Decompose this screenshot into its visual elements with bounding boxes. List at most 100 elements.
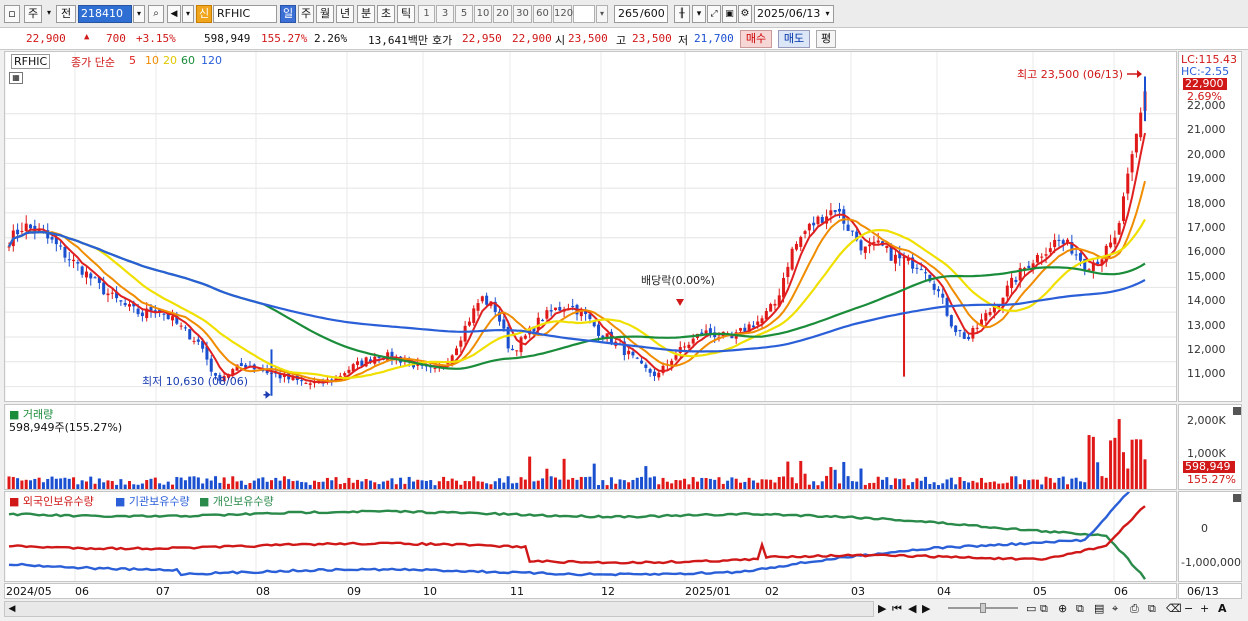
- volume-bar: [1005, 482, 1009, 489]
- chart-type-dropdown-icon[interactable]: ▾: [692, 5, 706, 23]
- candle-body: [541, 319, 545, 322]
- print-icon[interactable]: ⎙: [1130, 602, 1139, 616]
- candle-body: [89, 273, 93, 279]
- volume-bar: [575, 479, 579, 489]
- interval-120[interactable]: 120: [553, 5, 573, 23]
- crosshair-icon[interactable]: ⤢: [707, 5, 721, 23]
- interval-1[interactable]: 1: [418, 5, 435, 23]
- save-icon[interactable]: ▣: [722, 5, 737, 23]
- speaker-icon[interactable]: ◀: [167, 5, 181, 23]
- interval-30[interactable]: 30: [513, 5, 532, 23]
- tab-monthly[interactable]: 월: [316, 5, 334, 23]
- stock-code-input[interactable]: 218410: [78, 5, 132, 23]
- volume-bar: [704, 477, 708, 489]
- volume-bar: [1074, 477, 1078, 489]
- auto-scale-icon[interactable]: A: [1218, 602, 1227, 615]
- candle-body: [472, 308, 476, 323]
- code-dropdown-icon[interactable]: ▾: [133, 5, 145, 23]
- eval-button[interactable]: 평: [816, 30, 836, 48]
- tool-icon[interactable]: ⌖: [1112, 602, 1118, 616]
- buy-button[interactable]: 매수: [740, 30, 772, 48]
- window-icon[interactable]: ▫: [4, 5, 20, 23]
- ma-10-label: 10: [145, 54, 159, 67]
- compare-icon[interactable]: ⧉: [1040, 602, 1048, 616]
- settings-gear-icon[interactable]: ⚙: [738, 5, 752, 23]
- candle-body: [123, 303, 127, 306]
- interval-3[interactable]: 3: [436, 5, 454, 23]
- price-chart-canvas[interactable]: [5, 52, 1176, 401]
- table-icon[interactable]: ▤: [1094, 602, 1104, 615]
- candle-body: [807, 223, 811, 231]
- tab-minute[interactable]: 분: [357, 5, 375, 23]
- sell-button[interactable]: 매도: [778, 30, 810, 48]
- candle-type-icon[interactable]: ╫: [674, 5, 690, 23]
- interval-60[interactable]: 60: [533, 5, 552, 23]
- annotation-low: 최저 10,630 (08/06): [142, 375, 249, 388]
- volume-bar: [257, 478, 261, 489]
- volume-bar: [885, 477, 889, 489]
- reset-icon[interactable]: ⌫: [1166, 602, 1182, 615]
- prev-button[interactable]: 전: [56, 5, 76, 23]
- candle-body: [837, 208, 841, 212]
- candle-body: [1027, 265, 1031, 268]
- zoom-slider-thumb[interactable]: [980, 603, 986, 613]
- scroll-left-icon[interactable]: ◀: [5, 602, 19, 616]
- price-axis: LC:115.43 HC:-2.55 22,900 2.69% 22,000 2…: [1178, 51, 1242, 402]
- interval-20[interactable]: 20: [493, 5, 512, 23]
- tab-tick[interactable]: 틱: [397, 5, 415, 23]
- count-input[interactable]: 265: [614, 5, 640, 23]
- zoom-in-icon[interactable]: +: [1200, 602, 1209, 615]
- volume-bar: [399, 477, 403, 489]
- zoom-out-icon[interactable]: −: [1184, 602, 1193, 615]
- volume-bar: [158, 483, 162, 489]
- candle-body: [72, 259, 76, 262]
- link-icon[interactable]: ⧉: [1148, 602, 1156, 616]
- volume-panel[interactable]: ■ 거래량 598,949주(155.27%): [4, 404, 1177, 490]
- candle-body: [558, 306, 562, 311]
- type-button[interactable]: 주: [24, 5, 42, 23]
- calendar-dropdown-icon[interactable]: ▾: [822, 5, 834, 23]
- volume-canvas[interactable]: [5, 405, 1176, 489]
- chart-layout-icon[interactable]: ▭: [1026, 602, 1036, 615]
- interval-custom-input[interactable]: [573, 5, 595, 23]
- holding-panel[interactable]: ■ 외국인보유수량 ■ 기관보유수량 ■ 개인보유수량: [4, 491, 1177, 582]
- volume-bar: [881, 479, 885, 489]
- interval-5[interactable]: 5: [455, 5, 473, 23]
- indicator-icon[interactable]: ⊕: [1058, 602, 1067, 615]
- step-back-icon[interactable]: ◀: [908, 602, 916, 615]
- tab-daily[interactable]: 일: [280, 5, 296, 23]
- interval-10[interactable]: 10: [474, 5, 492, 23]
- close-icon[interactable]: [1233, 407, 1241, 415]
- volume-bar: [93, 483, 97, 489]
- tab-yearly[interactable]: 년: [336, 5, 354, 23]
- interval-dropdown-icon[interactable]: ▾: [596, 5, 608, 23]
- go-first-icon[interactable]: ⏮: [892, 602, 902, 616]
- candle-body: [984, 313, 988, 321]
- volume-bar: [50, 476, 54, 489]
- candle-body: [24, 223, 28, 232]
- price-chart-panel[interactable]: RFHIC 종가 단순 5 10 20 60 120 ▦ 최고 23,500 (…: [4, 51, 1177, 402]
- volume-bar: [571, 477, 575, 489]
- tab-weekly[interactable]: 주: [298, 5, 314, 23]
- scroll-right-icon[interactable]: ▶: [878, 602, 886, 615]
- tab-second[interactable]: 초: [377, 5, 395, 23]
- horizontal-scrollbar[interactable]: ◀: [4, 601, 874, 617]
- legend-foreign: ■ 외국인보유수량: [9, 493, 94, 509]
- candle-body: [136, 308, 140, 315]
- low-arrow-head: [265, 390, 271, 399]
- step-forward-icon[interactable]: ▶: [922, 602, 930, 615]
- volume-bar: [308, 484, 312, 489]
- sound-dropdown-icon[interactable]: ▾: [182, 5, 194, 23]
- volume-bar: [304, 482, 308, 489]
- close-icon[interactable]: [1233, 494, 1241, 502]
- grid-toggle-icon[interactable]: ▦: [9, 72, 23, 84]
- stock-name-field[interactable]: RFHIC: [213, 5, 277, 23]
- search-icon[interactable]: ⌕: [148, 5, 164, 23]
- volume-bar: [437, 481, 441, 489]
- volume-bar: [76, 484, 80, 489]
- draw-tool-icon[interactable]: ⧉: [1076, 602, 1084, 616]
- volume-bar: [132, 484, 136, 489]
- candle-body: [239, 363, 243, 366]
- dropdown-arrow-icon[interactable]: ▾: [44, 5, 54, 23]
- x-label: 04: [937, 585, 951, 598]
